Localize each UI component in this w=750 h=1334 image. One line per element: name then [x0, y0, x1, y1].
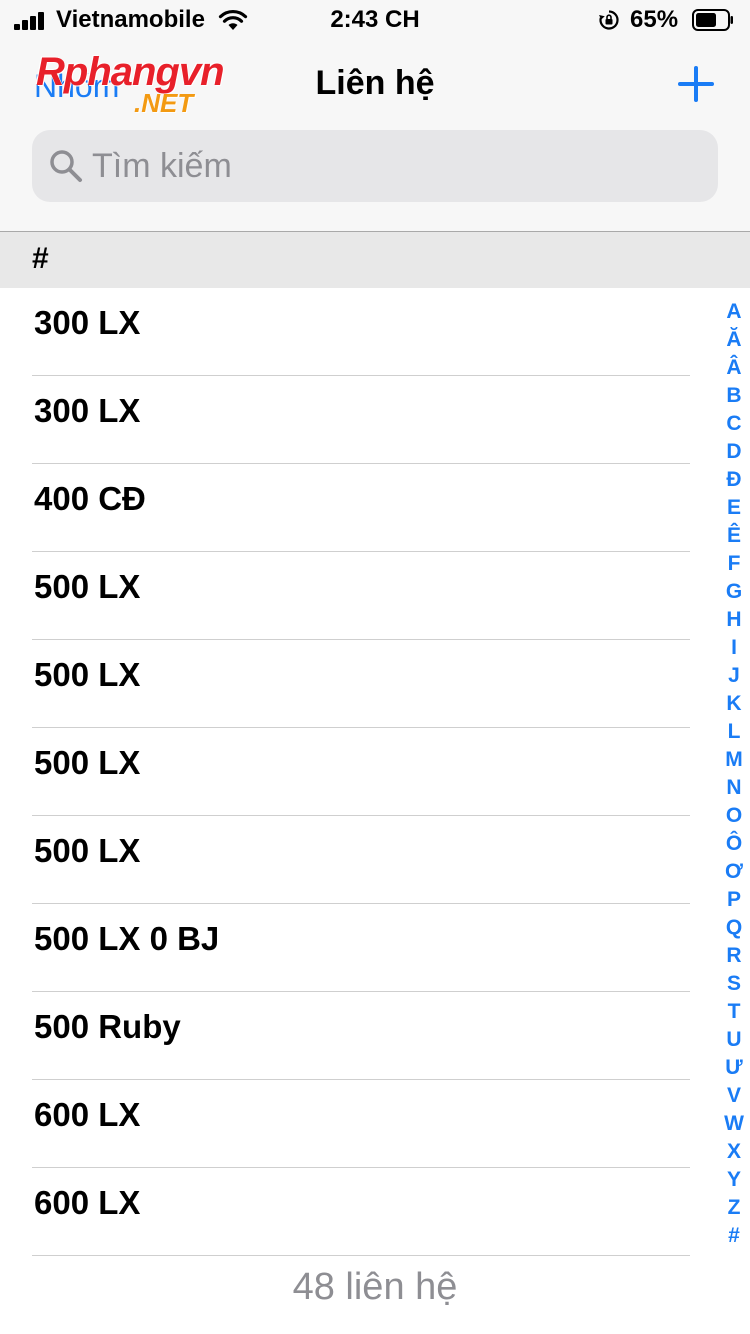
index-letter[interactable]: Q	[718, 914, 750, 942]
search-input[interactable]	[92, 130, 692, 202]
index-letter[interactable]: K	[718, 690, 750, 718]
contact-name: 500 LX	[34, 832, 141, 869]
index-letter[interactable]: M	[718, 746, 750, 774]
index-letter[interactable]: V	[718, 1082, 750, 1110]
index-letter[interactable]: T	[718, 998, 750, 1026]
contact-list: 300 LX 300 LX 400 CĐ 500 LX 500 LX 500 L…	[0, 288, 750, 1256]
contact-row[interactable]: 500 LX	[0, 640, 750, 728]
contact-row[interactable]: 500 LX	[0, 816, 750, 904]
contact-name: 400 CĐ	[34, 480, 146, 517]
contact-row[interactable]: 500 LX	[0, 552, 750, 640]
contact-name: 500 LX	[34, 656, 141, 693]
contact-row[interactable]: 500 LX	[0, 728, 750, 816]
index-letter[interactable]: Ê	[718, 522, 750, 550]
contact-name: 500 LX 0 BJ	[34, 920, 220, 957]
contact-name: 500 LX	[34, 568, 141, 605]
index-letter[interactable]: B	[718, 382, 750, 410]
contact-row[interactable]: 400 CĐ	[0, 464, 750, 552]
index-letter[interactable]: X	[718, 1138, 750, 1166]
index-letter[interactable]: Â	[718, 354, 750, 382]
index-letter[interactable]: O	[718, 802, 750, 830]
index-letter[interactable]: G	[718, 578, 750, 606]
index-letter[interactable]: Ơ	[718, 858, 750, 886]
index-letter[interactable]: E	[718, 494, 750, 522]
contact-row[interactable]: 600 LX	[0, 1080, 750, 1168]
index-letter[interactable]: Z	[718, 1194, 750, 1222]
index-letter[interactable]: Ô	[718, 830, 750, 858]
index-letter[interactable]: N	[718, 774, 750, 802]
index-letter[interactable]: #	[718, 1222, 750, 1250]
battery-percent: 65%	[630, 6, 679, 33]
alphabet-index[interactable]: A Ă Â B C D Đ E Ê F G H I J K L M N O Ô …	[718, 298, 750, 1250]
search-bar[interactable]	[32, 130, 718, 202]
index-letter[interactable]: R	[718, 942, 750, 970]
index-letter[interactable]: L	[718, 718, 750, 746]
rotation-lock-icon	[599, 10, 619, 30]
contact-name: 600 LX	[34, 1184, 141, 1221]
contact-name: 300 LX	[34, 304, 141, 341]
contact-row[interactable]: 500 Ruby	[0, 992, 750, 1080]
section-header: #	[0, 232, 750, 288]
battery-icon	[692, 9, 733, 31]
row-divider	[32, 1255, 690, 1256]
index-letter[interactable]: W	[718, 1110, 750, 1138]
index-letter[interactable]: Ư	[718, 1054, 750, 1082]
index-letter[interactable]: D	[718, 438, 750, 466]
plus-icon[interactable]	[676, 64, 716, 104]
contact-row[interactable]: 500 LX 0 BJ	[0, 904, 750, 992]
page-title: Liên hệ	[315, 64, 435, 102]
index-letter[interactable]: J	[718, 662, 750, 690]
navigation-header: Nhóm Rphangvn .NET Liên hệ	[0, 40, 750, 232]
index-letter[interactable]: H	[718, 606, 750, 634]
index-letter[interactable]: A	[718, 298, 750, 326]
index-letter[interactable]: U	[718, 1026, 750, 1054]
index-letter[interactable]: Y	[718, 1166, 750, 1194]
section-header-label: #	[32, 242, 49, 275]
index-letter[interactable]: I	[718, 634, 750, 662]
status-bar: Vietnamobile 2:43 CH 65%	[0, 0, 750, 40]
contact-row[interactable]: 300 LX	[0, 288, 750, 376]
contact-count: 48 liên hệ	[292, 1266, 458, 1308]
index-letter[interactable]: S	[718, 970, 750, 998]
index-letter[interactable]: Ă	[718, 326, 750, 354]
index-letter[interactable]: F	[718, 550, 750, 578]
contact-name: 600 LX	[34, 1096, 141, 1133]
contact-name: 500 Ruby	[34, 1008, 181, 1045]
index-letter[interactable]: P	[718, 886, 750, 914]
index-letter[interactable]: C	[718, 410, 750, 438]
contact-name: 500 LX	[34, 744, 141, 781]
search-icon	[50, 150, 82, 182]
contact-row[interactable]: 600 LX	[0, 1168, 750, 1256]
contact-name: 300 LX	[34, 392, 141, 429]
contact-row[interactable]: 300 LX	[0, 376, 750, 464]
index-letter[interactable]: Đ	[718, 466, 750, 494]
